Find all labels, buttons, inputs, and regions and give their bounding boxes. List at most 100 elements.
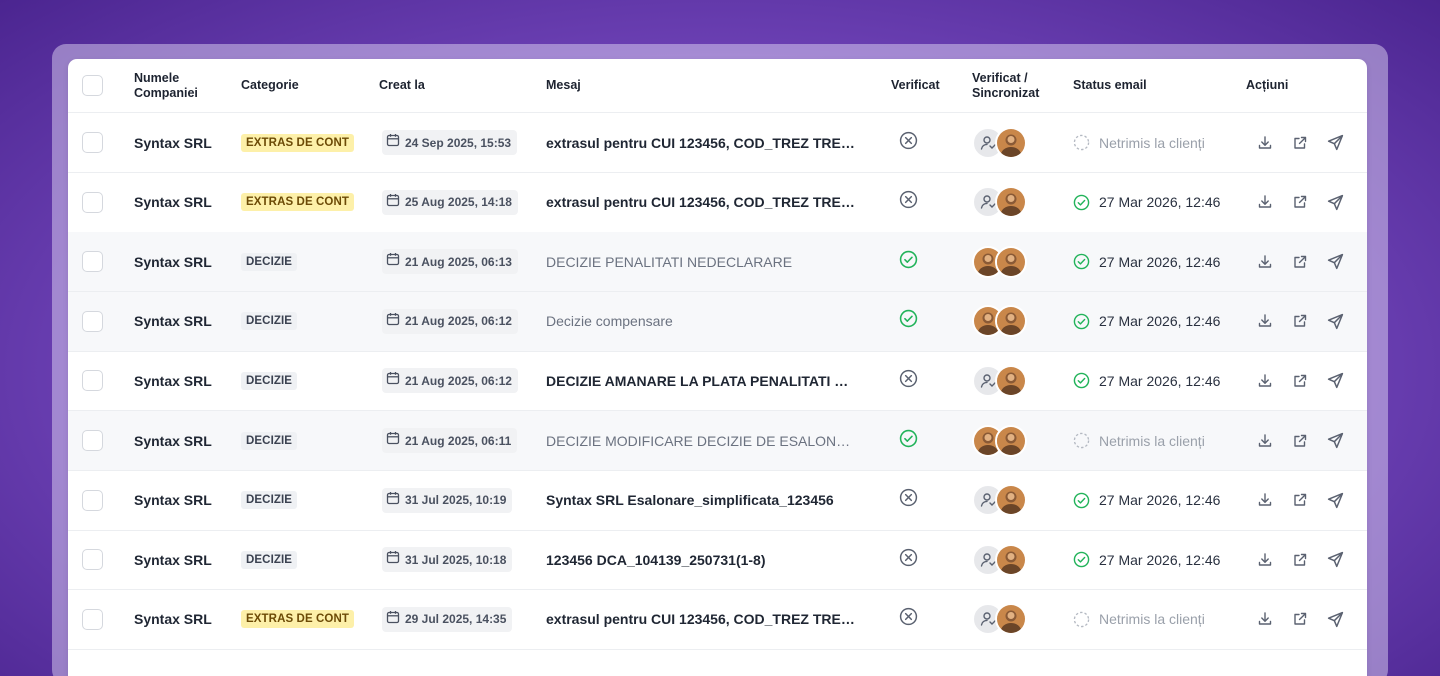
row-checkbox[interactable] [82, 489, 103, 511]
header-verified[interactable]: Verificat [891, 78, 940, 93]
row-checkbox[interactable] [82, 608, 103, 630]
external-link-icon[interactable] [1291, 253, 1309, 271]
table-row[interactable]: Syntax SRL DECIZIE 21 Aug 2025, 06:12 DE… [68, 351, 1367, 412]
header-sync[interactable]: Verificat / Sincronizat [972, 71, 1039, 101]
send-icon[interactable] [1326, 432, 1344, 450]
row-checkbox[interactable] [82, 549, 103, 571]
table-row[interactable]: Syntax SRL DECIZIE 31 Jul 2025, 10:19 Sy… [68, 471, 1367, 531]
row-checkbox[interactable] [82, 132, 103, 153]
send-icon[interactable] [1326, 253, 1344, 271]
table-header: Numele Companiei Categorie Creat la Mesaj… [68, 59, 1367, 113]
company-name: Syntax SRL [134, 611, 212, 628]
row-checkbox[interactable] [82, 370, 103, 392]
created-date: 21 Aug 2025, 06:13 [382, 249, 518, 275]
table-row[interactable]: Syntax SRL EXTRAS DE CONT 29 Jul 2025, 1… [68, 590, 1367, 650]
table-row[interactable]: Syntax SRL DECIZIE 21 Aug 2025, 06:13 DE… [68, 232, 1367, 293]
message-text[interactable]: DECIZIE AMANARE LA PLATA PENALITATI NED.… [546, 373, 858, 389]
download-icon[interactable] [1256, 312, 1274, 330]
check-circle-icon [1073, 492, 1090, 509]
company-name: Syntax SRL [134, 432, 212, 449]
created-date: 24 Sep 2025, 15:53 [382, 130, 518, 155]
download-icon[interactable] [1256, 432, 1274, 450]
check-circle-icon [1073, 313, 1090, 330]
row-checkbox[interactable] [82, 251, 103, 273]
table-row[interactable]: Syntax SRL EXTRAS DE CONT 25 Aug 2025, 1… [68, 173, 1367, 233]
x-circle-icon [899, 548, 918, 572]
calendar-icon [386, 252, 400, 271]
external-link-icon[interactable] [1291, 551, 1309, 569]
send-icon[interactable] [1326, 134, 1344, 152]
message-text[interactable]: 123456 DCA_104139_250731(1-8) [546, 552, 766, 568]
x-circle-icon [899, 190, 918, 214]
message-text[interactable]: extrasul pentru CUI 123456, COD_TREZ TRE… [546, 611, 858, 627]
send-icon[interactable] [1326, 551, 1344, 569]
created-date: 29 Jul 2025, 14:35 [382, 606, 513, 632]
x-circle-icon [899, 369, 918, 393]
email-status: Netrimis la clienți [1073, 432, 1205, 449]
download-icon[interactable] [1256, 610, 1274, 628]
company-name: Syntax SRL [134, 372, 212, 389]
download-icon[interactable] [1256, 491, 1274, 509]
category-badge: DECIZIE [241, 252, 298, 271]
table-row[interactable]: Syntax SRL DECIZIE 31 Jul 2025, 10:18 12… [68, 530, 1367, 591]
download-icon[interactable] [1256, 372, 1274, 390]
company-name: Syntax SRL [134, 492, 212, 509]
category-badge: DECIZIE [241, 431, 298, 450]
table-row[interactable]: Syntax SRL EXTRAS DE CONT 24 Sep 2025, 1… [68, 113, 1367, 173]
download-icon[interactable] [1256, 134, 1274, 152]
avatar [995, 186, 1027, 219]
external-link-icon[interactable] [1291, 134, 1309, 152]
external-link-icon[interactable] [1291, 372, 1309, 390]
external-link-icon[interactable] [1291, 193, 1309, 211]
email-status-text: 27 Mar 2026, 12:46 [1099, 551, 1221, 568]
avatar [995, 245, 1027, 278]
message-text[interactable]: extrasul pentru CUI 123456, COD_TREZ TRE… [546, 194, 858, 210]
external-link-icon[interactable] [1291, 432, 1309, 450]
send-icon[interactable] [1326, 610, 1344, 628]
send-icon[interactable] [1326, 491, 1344, 509]
external-link-icon[interactable] [1291, 312, 1309, 330]
message-text[interactable]: Decizie compensare [546, 313, 673, 329]
created-date: 25 Aug 2025, 14:18 [382, 189, 518, 215]
category-badge: DECIZIE [241, 550, 298, 569]
header-message[interactable]: Mesaj [546, 78, 581, 93]
send-icon[interactable] [1326, 193, 1344, 211]
table-row[interactable]: Syntax SRL DECIZIE 21 Aug 2025, 06:12 De… [68, 291, 1367, 352]
row-checkbox[interactable] [82, 191, 103, 213]
download-icon[interactable] [1256, 253, 1274, 271]
avatar [995, 364, 1027, 397]
avatar [995, 305, 1027, 338]
table-row[interactable]: Syntax SRL DECIZIE 21 Aug 2025, 06:11 DE… [68, 411, 1367, 471]
category-badge: EXTRAS DE CONT [241, 610, 354, 629]
email-status: 27 Mar 2026, 12:46 [1073, 492, 1220, 509]
category-badge: EXTRAS DE CONT [241, 193, 354, 212]
send-icon[interactable] [1326, 312, 1344, 330]
dashed-circle-icon [1073, 611, 1090, 628]
message-text[interactable]: extrasul pentru CUI 123456, COD_TREZ TRE… [546, 135, 858, 151]
company-name: Syntax SRL [134, 313, 212, 330]
select-all-checkbox[interactable] [82, 75, 103, 96]
header-email-status[interactable]: Status email [1073, 78, 1147, 93]
check-circle-icon [899, 429, 918, 453]
row-checkbox[interactable] [82, 430, 103, 451]
row-checkbox[interactable] [82, 310, 103, 332]
header-company[interactable]: Numele Companiei [134, 71, 198, 101]
external-link-icon[interactable] [1291, 610, 1309, 628]
download-icon[interactable] [1256, 193, 1274, 211]
external-link-icon[interactable] [1291, 491, 1309, 509]
message-text[interactable]: Syntax SRL Esalonare_simplificata_123456 [546, 492, 834, 508]
email-status-text: 27 Mar 2026, 12:46 [1099, 372, 1221, 389]
calendar-icon [386, 491, 400, 510]
category-badge: DECIZIE [241, 312, 298, 331]
message-text[interactable]: DECIZIE MODIFICARE DECIZIE DE ESALONARE [546, 433, 858, 449]
header-category[interactable]: Categorie [241, 78, 299, 93]
send-icon[interactable] [1326, 372, 1344, 390]
avatar [995, 484, 1027, 517]
header-created[interactable]: Creat la [379, 78, 425, 93]
avatar [995, 126, 1027, 159]
calendar-icon [386, 550, 400, 569]
dashed-circle-icon [1073, 134, 1090, 151]
message-text[interactable]: DECIZIE PENALITATI NEDECLARARE [546, 254, 792, 270]
download-icon[interactable] [1256, 551, 1274, 569]
sync-avatars [972, 364, 1027, 397]
